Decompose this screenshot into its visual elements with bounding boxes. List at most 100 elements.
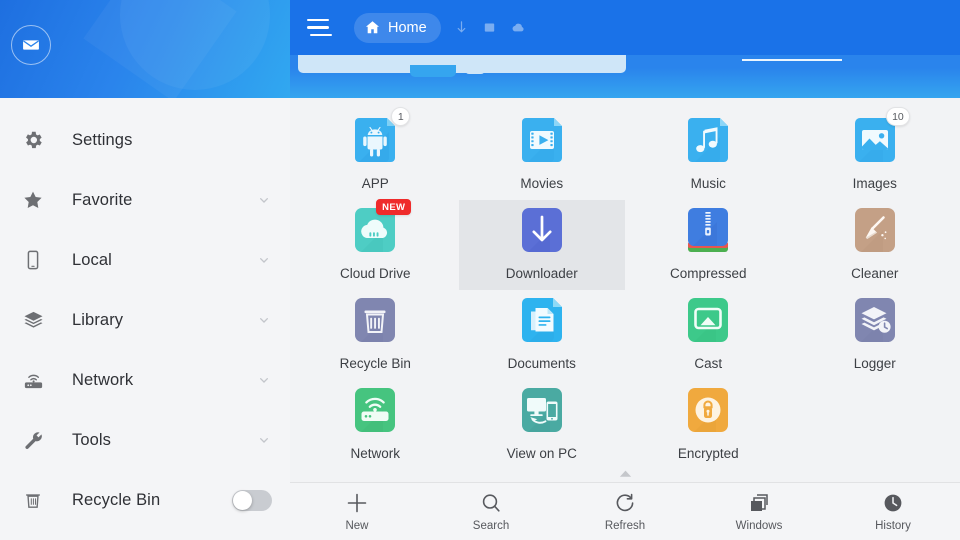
topbar-status-icons bbox=[453, 19, 526, 36]
toolbar-label: History bbox=[875, 520, 911, 532]
trash-bin-icon bbox=[349, 294, 401, 346]
grid-item-label: Encrypted bbox=[677, 446, 739, 461]
grid-item-logger[interactable]: Logger bbox=[792, 290, 959, 380]
chevron-up-icon[interactable] bbox=[290, 466, 960, 480]
tab-strip-item[interactable] bbox=[298, 55, 626, 73]
grid-item-cast[interactable]: Cast bbox=[625, 290, 792, 380]
trash-icon bbox=[18, 489, 48, 511]
broom-icon bbox=[849, 204, 901, 256]
phone-icon bbox=[18, 249, 48, 271]
recycle-bin-toggle[interactable] bbox=[232, 489, 272, 511]
grid-item-documents[interactable]: Documents bbox=[459, 290, 626, 380]
house-icon bbox=[364, 19, 381, 36]
mail-envelope-icon[interactable] bbox=[11, 25, 51, 65]
sidebar-item-label: Local bbox=[72, 250, 112, 269]
grid-item-images[interactable]: 10 Images bbox=[792, 107, 959, 200]
grid-item-view-on-pc[interactable]: View on PC bbox=[459, 380, 626, 470]
toolbar-label: Search bbox=[472, 520, 510, 532]
sidebar-item-label: Settings bbox=[72, 130, 133, 149]
tab-strip-notch-small bbox=[465, 65, 485, 74]
toolbar-label: New bbox=[345, 520, 369, 532]
photo-image-icon: 10 bbox=[849, 107, 910, 166]
grid-item-empty bbox=[792, 380, 959, 470]
top-toolbar: Home bbox=[290, 0, 960, 55]
document-icon bbox=[516, 294, 568, 346]
grid-item-label: Movies bbox=[520, 176, 564, 191]
chevron-down-icon[interactable] bbox=[256, 192, 272, 208]
layers-icon bbox=[18, 309, 48, 332]
toolbar-label: Windows bbox=[735, 520, 783, 532]
badge-count: 1 bbox=[391, 107, 411, 126]
grid-item-label: Documents bbox=[507, 356, 576, 371]
sidebar-header bbox=[0, 0, 290, 98]
grid-item-compressed[interactable]: Compressed bbox=[625, 200, 792, 290]
stop-square-icon[interactable] bbox=[482, 20, 497, 35]
toolbar-search-button[interactable]: Search bbox=[424, 491, 558, 532]
content-grid-area: 1 APP Movies Music 10 Images NEW Cloud D… bbox=[290, 98, 960, 482]
movie-play-icon bbox=[516, 114, 568, 166]
file-manager-app: Settings Favorite Local Library Network … bbox=[0, 0, 960, 540]
grid-item-label: Cloud Drive bbox=[339, 266, 411, 281]
tab-strip-indicator bbox=[742, 59, 842, 61]
sidebar-item-label: Favorite bbox=[72, 190, 133, 209]
windows-stack-icon bbox=[747, 491, 771, 515]
router-wifi-icon bbox=[349, 384, 401, 436]
grid-item-label: Network bbox=[350, 446, 400, 461]
toggle-knob bbox=[233, 490, 252, 510]
download-arrow-icon bbox=[516, 204, 568, 256]
android-robot-icon: 1 bbox=[349, 107, 411, 166]
screen-cast-icon bbox=[682, 294, 734, 346]
grid-item-label: Images bbox=[852, 176, 897, 191]
grid-item-label: Compressed bbox=[669, 266, 747, 281]
download-arrow-icon[interactable] bbox=[453, 19, 470, 36]
grid-item-recycle-bin[interactable]: Recycle Bin bbox=[292, 290, 459, 380]
grid-item-label: Recycle Bin bbox=[339, 356, 411, 371]
grid-item-music[interactable]: Music bbox=[625, 110, 792, 200]
tab-strip-notch bbox=[410, 65, 456, 77]
sidebar-item-recycle-bin[interactable]: Recycle Bin bbox=[0, 470, 290, 530]
sidebar-item-label: Network bbox=[72, 370, 134, 389]
sidebar-item-tools[interactable]: Tools bbox=[0, 410, 290, 470]
toolbar-windows-button[interactable]: Windows bbox=[692, 491, 826, 532]
grid-item-encrypted[interactable]: Encrypted bbox=[625, 380, 792, 470]
toolbar-history-button[interactable]: History bbox=[826, 491, 960, 532]
sidebar-item-local[interactable]: Local bbox=[0, 230, 290, 290]
grid-item-cleaner[interactable]: Cleaner bbox=[792, 200, 959, 290]
breadcrumb-home-button[interactable]: Home bbox=[354, 12, 441, 43]
monitor-phone-icon bbox=[516, 384, 568, 436]
toolbar-new-button[interactable]: New bbox=[290, 491, 424, 532]
logger-layers-icon bbox=[849, 294, 901, 346]
sidebar: Settings Favorite Local Library Network … bbox=[0, 0, 290, 540]
cloud-drive-icon: NEW bbox=[349, 199, 412, 256]
grid-item-movies[interactable]: Movies bbox=[459, 110, 626, 200]
refresh-icon bbox=[613, 491, 637, 515]
sidebar-item-network[interactable]: Network bbox=[0, 350, 290, 410]
toolbar-label: Refresh bbox=[604, 520, 646, 532]
wrench-icon bbox=[18, 429, 48, 452]
badge-count: 10 bbox=[886, 107, 910, 126]
chevron-down-icon[interactable] bbox=[256, 252, 272, 268]
star-icon bbox=[18, 189, 48, 211]
zipper-icon bbox=[682, 204, 734, 256]
shortcut-grid: 1 APP Movies Music 10 Images NEW Cloud D… bbox=[290, 107, 960, 470]
sidebar-item-favorite[interactable]: Favorite bbox=[0, 170, 290, 230]
music-note-icon bbox=[682, 114, 734, 166]
plus-icon bbox=[345, 491, 369, 515]
sidebar-item-label: Library bbox=[72, 310, 124, 329]
grid-item-downloader[interactable]: Downloader bbox=[458, 200, 625, 290]
cloud-icon[interactable] bbox=[509, 19, 526, 36]
grid-item-label: APP bbox=[361, 176, 389, 191]
gear-icon bbox=[18, 129, 48, 151]
sidebar-item-library[interactable]: Library bbox=[0, 290, 290, 350]
toolbar-refresh-button[interactable]: Refresh bbox=[558, 491, 692, 532]
grid-item-cloud-drive[interactable]: NEW Cloud Drive bbox=[292, 199, 459, 290]
sidebar-item-settings[interactable]: Settings bbox=[0, 110, 290, 170]
chevron-down-icon[interactable] bbox=[256, 432, 272, 448]
chevron-down-icon[interactable] bbox=[256, 372, 272, 388]
grid-item-app[interactable]: 1 APP bbox=[292, 107, 459, 200]
grid-item-label: Cleaner bbox=[851, 266, 899, 281]
hamburger-menu-icon[interactable] bbox=[302, 11, 336, 45]
chevron-down-icon[interactable] bbox=[256, 312, 272, 328]
badge-new: NEW bbox=[376, 199, 412, 215]
grid-item-network[interactable]: Network bbox=[292, 380, 459, 470]
